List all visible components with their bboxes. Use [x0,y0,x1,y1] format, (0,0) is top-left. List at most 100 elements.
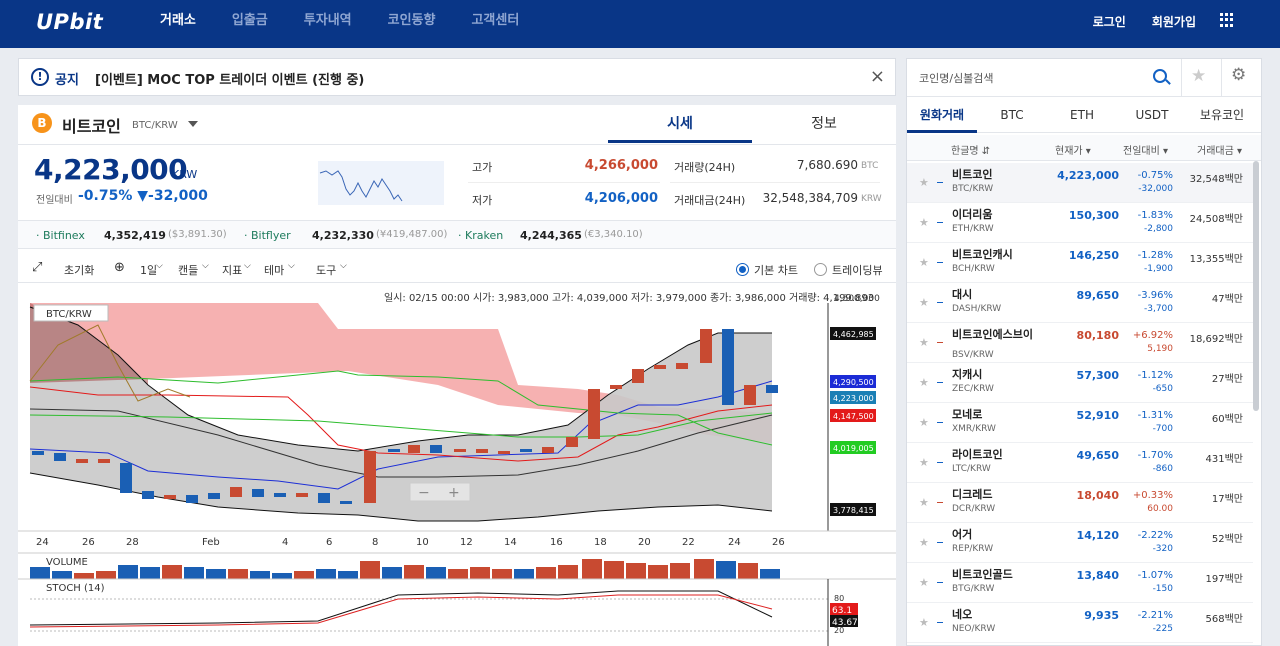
col-change-sort[interactable]: 전일대비 ▾ [1123,142,1168,157]
low-label: 저가 [472,194,493,207]
nav-investment-history[interactable]: 투자내역 [304,0,352,48]
chart-pair-label: BTC/KRW [46,309,92,320]
coin-change-pct: -1.83% [1137,210,1173,221]
interval-dropdown[interactable]: 1일 [140,262,157,278]
col-name-sort[interactable]: 한글명 ⇵ [951,142,990,157]
market-scrollbar[interactable] [1253,161,1259,411]
x-axis-tick: 26 [82,537,95,548]
coin-volume: 568백만 [1205,614,1244,625]
chevron-down-icon[interactable] [188,121,198,127]
tab-eth-market[interactable]: ETH [1047,97,1117,133]
market-row[interactable]: ★ 모네로 XMR/KRW 52,910 -1.31% -700 60백만 [907,403,1253,443]
coin-price: 49,650 [1076,449,1119,462]
coin-symbol: BSV/KRW [952,350,994,360]
nav-exchange[interactable]: 거래소 [160,0,196,48]
fullscreen-icon[interactable]: ⤢ [32,260,42,275]
reset-button[interactable]: 초기화 [64,262,94,278]
coin-symbol: NEO/KRW [952,624,996,634]
market-row[interactable]: ★ 비트코인에스브이 BSV/KRW 80,180 +6.92% 5,190 18,692백… [907,323,1253,363]
x-axis-tick: 20 [638,537,651,548]
market-row[interactable]: ★ 라이트코인 LTC/KRW 49,650 -1.70% -860 431백만 [907,443,1253,483]
basic-chart-radio[interactable] [736,263,749,276]
tradingview-radio[interactable] [814,263,827,276]
star-icon[interactable]: ★ [919,616,929,629]
x-axis-tick: 12 [460,537,473,548]
star-icon[interactable]: ★ [919,496,929,509]
basic-chart-label: 기본 차트 [754,264,798,277]
x-axis-tick: 24 [728,537,741,548]
market-row[interactable]: ★ 어거 REP/KRW 14,120 -2.22% -320 52백만 [907,523,1253,563]
current-price: 4,223,000 [34,153,188,186]
tab-btc-market[interactable]: BTC [977,97,1047,133]
market-row[interactable]: ★ 이더리움 ETH/KRW 150,300 -1.83% -2,800 24,508백만 [907,203,1253,243]
coin-volume: 60백만 [1211,414,1243,425]
x-axis-tick: 26 [772,537,785,548]
price-chart[interactable]: 일시: 02/15 00:00 시가: 3,983,000 고가: 4,039,… [18,285,896,646]
zoom-out-icon[interactable]: − [418,485,430,501]
coin-name: 모네로 [952,408,983,421]
favorite-star-icon[interactable]: ★ [1191,66,1206,86]
x-axis-tick: 8 [372,537,378,548]
signup-link[interactable]: 회원가입 [1152,13,1196,30]
star-icon[interactable]: ★ [919,336,929,349]
nav-deposit-withdraw[interactable]: 입출금 [232,0,268,48]
tab-quote[interactable]: 시세 [608,105,752,143]
market-row[interactable]: ★ 비트코인골드 BTG/KRW 13,840 -1.07% -150 197백만 [907,563,1253,603]
upbit-logo[interactable]: UPbit [36,10,103,34]
price-tag: 4,462,985 [833,330,874,339]
exchange-price-sub: (€3,340.10) [584,229,643,240]
coin-change-amt: -2,800 [1143,224,1173,234]
coin-symbol: REP/KRW [952,544,994,554]
market-row[interactable]: ★ 대시 DASH/KRW 89,650 -3.96% -3,700 47백만 [907,283,1253,323]
star-icon[interactable]: ★ [919,176,929,189]
star-icon[interactable]: ★ [919,296,929,309]
candle-dropdown[interactable]: 캔들 [178,262,198,278]
col-volume-sort[interactable]: 거래대금 ▾ [1197,142,1242,157]
star-icon[interactable]: ★ [919,576,929,589]
star-icon[interactable]: ★ [919,256,929,269]
col-price-sort[interactable]: 현재가 ▾ [1055,142,1091,157]
candlestick-chart-svg[interactable]: BTC/KRW − + 4,500,000 4,462,9854,290,500… [18,285,896,646]
exchange-price-sub: ($3,891.30) [168,229,227,240]
coin-volume: 13,355백만 [1189,254,1243,265]
tab-krw-market[interactable]: 원화거래 [907,97,977,133]
close-icon[interactable]: × [870,66,885,87]
nav-coin-trends[interactable]: 코인동향 [388,0,436,48]
coin-price: 13,840 [1076,569,1119,582]
search-input[interactable]: 코인명/심볼검색 [919,70,994,86]
market-row[interactable]: ★ 디크레드 DCR/KRW 18,040 +0.33% 60.00 17백만 [907,483,1253,523]
login-link[interactable]: 로그인 [1093,13,1126,30]
market-row[interactable]: ★ 네오 NEO/KRW 9,935 -2.21% -225 568백만 [907,603,1253,643]
coin-name: 이더리움 [952,208,993,221]
theme-dropdown[interactable]: 테마 [264,262,284,278]
star-icon[interactable]: ★ [919,416,929,429]
tool-dropdown[interactable]: 도구 [316,262,336,278]
coin-symbol: ZEC/KRW [952,384,994,394]
tab-info[interactable]: 정보 [752,105,896,143]
sparkline-chart [318,161,444,205]
star-icon[interactable]: ★ [919,536,929,549]
star-icon[interactable]: ★ [919,456,929,469]
stoch-tick-80: 80 [834,594,844,603]
market-column-header: 한글명 ⇵ 현재가 ▾ 전일대비 ▾ 거래대금 ▾ [907,135,1261,161]
star-icon[interactable]: ★ [919,216,929,229]
nav-customer-center[interactable]: 고객센터 [471,0,519,48]
tradingview-label: 트레이딩뷰 [832,264,883,277]
coin-volume: 27백만 [1211,374,1243,385]
tab-holdings[interactable]: 보유코인 [1187,97,1257,133]
search-icon[interactable] [1153,69,1167,83]
notice-text[interactable]: [이벤트] MOC TOP 트레이더 이벤트 (진행 중) [95,69,364,88]
auth-links: 로그인 회원가입 [1067,0,1236,42]
globe-icon[interactable]: ⊕ [114,260,125,275]
gear-icon[interactable]: ⚙ [1231,65,1246,85]
star-icon[interactable]: ★ [919,376,929,389]
market-row[interactable]: ★ 비트코인 BTC/KRW 4,223,000 -0.75% -32,000 32,548… [907,163,1253,203]
indicator-dropdown[interactable]: 지표 [222,262,242,278]
app-grid-icon[interactable] [1220,13,1234,27]
market-row[interactable]: ★ 지캐시 ZEC/KRW 57,300 -1.12% -650 27백만 [907,363,1253,403]
exchange-name: · Bitflyer [244,229,291,242]
tab-usdt-market[interactable]: USDT [1117,97,1187,133]
market-row[interactable]: ★ 비트코인캐시 BCH/KRW 146,250 -1.28% -1,900 13,355백… [907,243,1253,283]
zoom-in-icon[interactable]: + [448,485,460,501]
coin-pair: BTC/KRW [132,120,178,131]
